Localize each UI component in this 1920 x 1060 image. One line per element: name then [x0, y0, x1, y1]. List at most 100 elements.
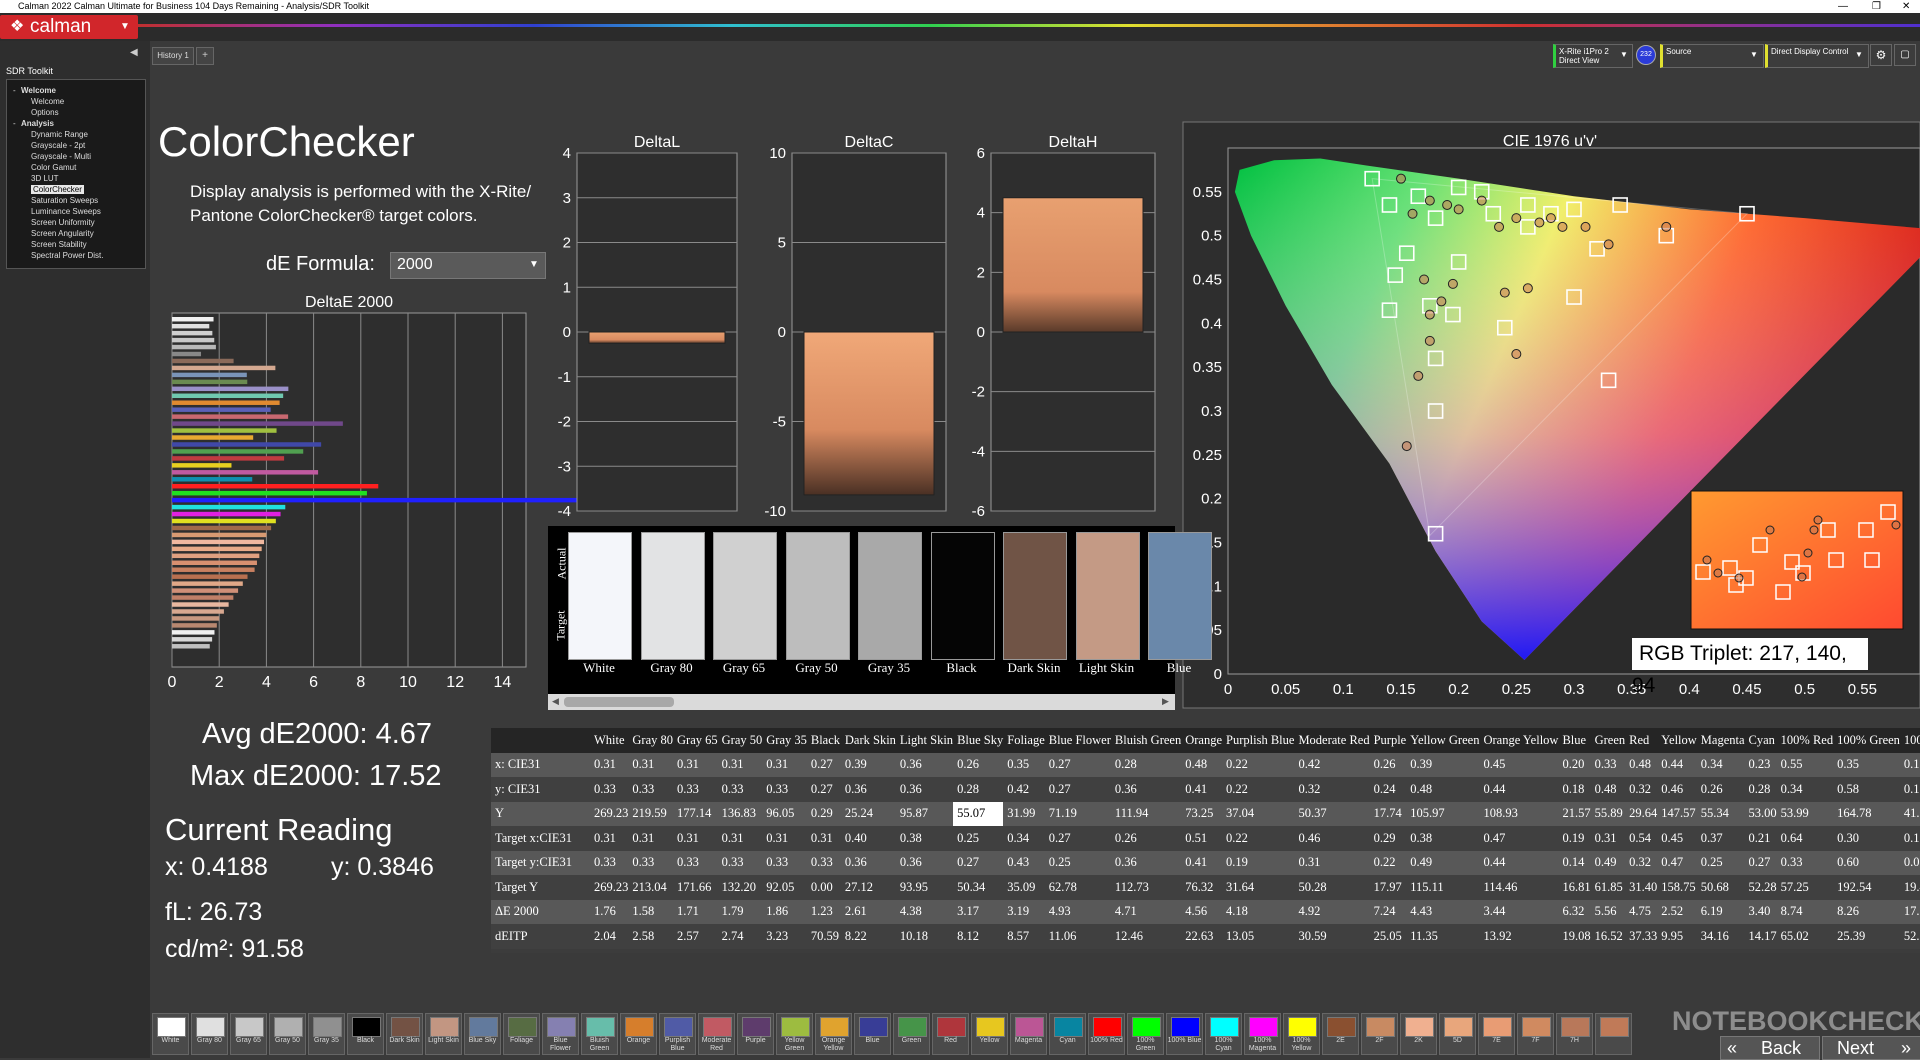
swatch-button[interactable]: Purple	[737, 1013, 774, 1055]
scrollbar-thumb[interactable]	[564, 697, 674, 707]
measured-point	[1499, 287, 1510, 298]
swatch-button[interactable]: Yellow Green	[776, 1013, 813, 1055]
table-cell: 0.33	[628, 850, 673, 875]
swatch-color	[1054, 1017, 1083, 1037]
delta-bar	[588, 331, 726, 344]
table-cell: 1.71	[673, 899, 718, 924]
color-patch[interactable]	[1148, 532, 1212, 660]
patch-scrollbar[interactable]: ◀ ▶	[548, 694, 1175, 710]
swatch-color	[1171, 1017, 1200, 1037]
swatch-button[interactable]: Light Skin	[425, 1013, 462, 1055]
swatch-button[interactable]: 7H	[1556, 1013, 1593, 1055]
swatch-button[interactable]: 2F	[1361, 1013, 1398, 1055]
swatch-button[interactable]: Black	[347, 1013, 384, 1055]
table-cell: 0.25	[953, 826, 1004, 851]
back-button[interactable]: « Back	[1720, 1036, 1820, 1060]
swatch-button[interactable]: Gray 65	[230, 1013, 267, 1055]
swatch-button[interactable]: 2K	[1400, 1013, 1437, 1055]
column-header: Gray 65	[673, 728, 718, 753]
swatch-button[interactable]: 100% Green	[1127, 1013, 1164, 1055]
table-cell: 0.31	[590, 752, 629, 777]
deltae-bar	[172, 337, 215, 343]
next-button[interactable]: Next »	[1822, 1036, 1920, 1060]
column-header: Purple	[1369, 728, 1407, 753]
color-patch[interactable]	[713, 532, 777, 660]
tick-label: 0.35	[1193, 359, 1222, 376]
swatch-button[interactable]: 100% Magenta	[1244, 1013, 1281, 1055]
table-cell: Target x:CIE31	[491, 826, 590, 851]
table-cell: 0.31	[590, 826, 629, 851]
tick-label: 0.3	[1564, 681, 1585, 698]
color-patch[interactable]	[640, 532, 705, 660]
tick-label: -2	[558, 414, 571, 431]
scroll-left-icon[interactable]: ◀	[552, 696, 559, 707]
table-cell: 0.54	[1625, 826, 1658, 851]
table-cell: 19.08	[1558, 924, 1591, 949]
swatch-button[interactable]: 5D	[1439, 1013, 1476, 1055]
reading-y: y: 0.3846	[331, 853, 434, 881]
deltae-bar	[172, 637, 213, 642]
tick-label: 2	[563, 235, 571, 252]
swatch-button[interactable]: 7F	[1517, 1013, 1554, 1055]
swatch-button[interactable]: Blue	[854, 1013, 891, 1055]
swatch-button[interactable]: 100% Cyan	[1205, 1013, 1242, 1055]
swatch-button[interactable]: 2E	[1322, 1013, 1359, 1055]
tick-label: 6	[309, 674, 318, 691]
scroll-right-icon[interactable]: ▶	[1162, 696, 1169, 707]
swatch-button[interactable]: Dark Skin	[386, 1013, 423, 1055]
table-cell: 0.31	[673, 752, 718, 777]
swatch-label: Purple	[745, 1037, 766, 1044]
swatch-button[interactable]: Yellow	[971, 1013, 1008, 1055]
table-cell: 0.16	[1899, 752, 1920, 777]
measured-point	[1453, 204, 1464, 215]
color-patch[interactable]	[568, 532, 632, 660]
table-cell: 0.31	[762, 826, 807, 851]
table-cell: 16.52	[1590, 924, 1626, 949]
swatch-button[interactable]	[1595, 1013, 1632, 1055]
swatch-button[interactable]: Gray 35	[308, 1013, 345, 1055]
swatch-button[interactable]: Orange Yellow	[815, 1013, 852, 1055]
table-cell: 29.64	[1625, 801, 1658, 826]
swatch-button[interactable]: Gray 50	[269, 1013, 306, 1055]
table-cell: 0.15	[1899, 826, 1920, 851]
swatch-label: 100% Red	[1090, 1037, 1123, 1044]
swatch-button[interactable]: White	[152, 1013, 189, 1055]
table-cell: 0.48	[1181, 752, 1223, 777]
column-header: 100%	[1899, 728, 1920, 753]
table-cell: 0.31	[717, 826, 763, 851]
table-cell: 0.34	[1696, 752, 1745, 777]
swatch-button[interactable]: 100% Yellow	[1283, 1013, 1320, 1055]
color-patch[interactable]	[1075, 532, 1140, 660]
table-cell: 0.48	[1590, 777, 1626, 802]
swatch-label: Blue Sky	[468, 1037, 497, 1044]
swatch-color	[664, 1017, 693, 1037]
swatch-button[interactable]: Blue Sky	[464, 1013, 501, 1055]
swatch-button[interactable]: 100% Red	[1088, 1013, 1125, 1055]
swatch-button[interactable]: Green	[893, 1013, 930, 1055]
table-cell: 0.26	[1369, 752, 1407, 777]
table-cell: 17.74	[1369, 801, 1407, 826]
swatch-color	[1249, 1017, 1278, 1037]
swatch-button[interactable]: Cyan	[1049, 1013, 1086, 1055]
swatch-button[interactable]: Moderate Red	[698, 1013, 735, 1055]
swatch-button[interactable]: Red	[932, 1013, 969, 1055]
swatch-button[interactable]: Blue Flower	[542, 1013, 579, 1055]
swatch-button[interactable]: Orange	[620, 1013, 657, 1055]
color-patch[interactable]	[858, 532, 922, 660]
table-cell: 158.75	[1657, 875, 1697, 900]
reading-cdm2: cd/m²: 91.58	[165, 935, 304, 963]
table-cell: 50.37	[1294, 801, 1370, 826]
swatch-button[interactable]: 100% Blue	[1166, 1013, 1203, 1055]
column-header	[491, 728, 590, 753]
column-header: Cyan	[1744, 728, 1777, 753]
color-patch[interactable]	[1003, 532, 1067, 660]
tick-label: 1	[563, 279, 571, 296]
swatch-button[interactable]: Gray 80	[191, 1013, 228, 1055]
color-patch[interactable]	[930, 532, 995, 660]
swatch-button[interactable]: Bluish Green	[581, 1013, 618, 1055]
color-patch[interactable]	[785, 532, 850, 660]
swatch-button[interactable]: Purplish Blue	[659, 1013, 696, 1055]
swatch-button[interactable]: Magenta	[1010, 1013, 1047, 1055]
swatch-button[interactable]: Foliage	[503, 1013, 540, 1055]
swatch-button[interactable]: 7E	[1478, 1013, 1515, 1055]
